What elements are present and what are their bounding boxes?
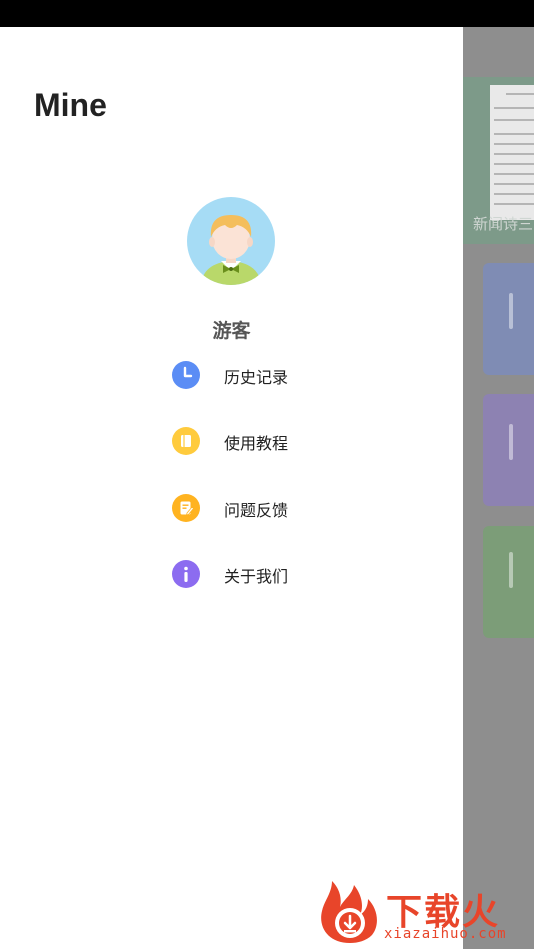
flame-logo-icon: [321, 881, 377, 943]
background-document-thumbnail: [490, 85, 534, 220]
info-icon: [172, 560, 200, 588]
clock-icon: [172, 361, 200, 389]
background-card: [483, 263, 534, 375]
username: 游客: [212, 320, 251, 342]
background-card: [483, 394, 534, 506]
menu-item-history[interactable]: 历史记录: [172, 360, 332, 390]
book-icon: [172, 427, 200, 455]
watermark-url: xiazaihuo.com: [384, 926, 507, 942]
menu-item-label: 历史记录: [224, 368, 289, 387]
menu-item-label: 关于我们: [224, 567, 289, 586]
menu-item-tutorial[interactable]: 使用教程: [172, 426, 332, 456]
drawer-title: Mine: [34, 87, 107, 123]
menu-item-feedback[interactable]: 问题反馈: [172, 493, 332, 523]
navigation-drawer: Mine 游客 历史记录 使用教程 问题反馈 关于我们: [0, 27, 463, 949]
avatar[interactable]: [187, 197, 275, 285]
menu-item-label: 使用教程: [224, 434, 289, 453]
menu-item-label: 问题反馈: [224, 501, 289, 520]
background-card: [483, 526, 534, 638]
menu-item-about[interactable]: 关于我们: [172, 559, 332, 589]
status-bar: [0, 0, 534, 27]
background-banner-text: 新闻诗三: [473, 215, 534, 233]
edit-note-icon: [172, 494, 200, 522]
watermark-logo: 下载火 xiazaihuo.com: [314, 877, 532, 945]
